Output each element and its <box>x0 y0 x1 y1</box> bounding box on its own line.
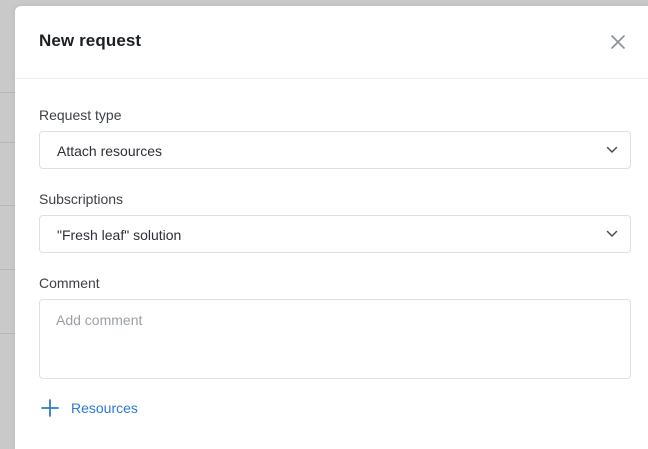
dialog-header: New request <box>15 6 648 79</box>
subscriptions-select[interactable]: "Fresh leaf" solution <box>39 215 631 253</box>
request-type-select[interactable]: Attach resources <box>39 131 631 169</box>
comment-field[interactable] <box>39 299 631 379</box>
request-type-label: Request type <box>39 107 122 123</box>
request-type-value: Attach resources <box>57 143 163 159</box>
chevron-down-icon <box>606 230 618 237</box>
subscriptions-value: "Fresh leaf" solution <box>57 227 182 243</box>
subscriptions-label: Subscriptions <box>39 191 124 207</box>
add-resources-button[interactable]: Resources <box>39 397 138 419</box>
backdrop-divider <box>0 92 15 93</box>
close-button[interactable] <box>609 33 627 51</box>
backdrop-divider <box>0 142 15 143</box>
backdrop-divider <box>0 333 15 334</box>
add-resources-label: Resources <box>71 400 138 416</box>
dialog-title: New request <box>39 31 142 50</box>
new-request-dialog: New request Request type Attach resource… <box>15 6 648 449</box>
comment-label: Comment <box>39 275 100 291</box>
backdrop-divider <box>0 269 15 270</box>
backdrop-divider <box>0 205 15 206</box>
close-icon <box>611 35 625 49</box>
plus-icon <box>41 399 59 417</box>
chevron-down-icon <box>606 146 618 153</box>
